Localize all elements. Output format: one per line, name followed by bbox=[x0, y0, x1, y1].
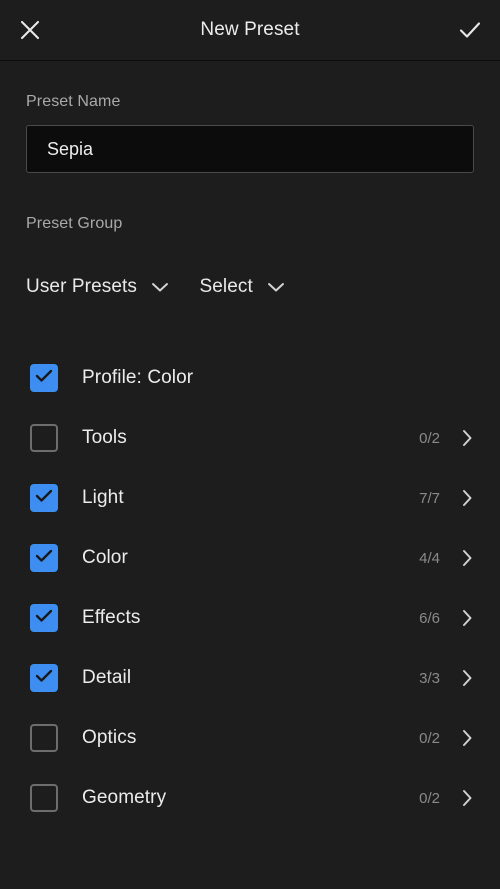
chevron-right-icon[interactable] bbox=[460, 609, 474, 627]
row-meta: 0/2 bbox=[419, 429, 474, 447]
row-meta: 0/2 bbox=[419, 789, 474, 807]
close-x-icon bbox=[19, 19, 41, 41]
row-checkbox[interactable] bbox=[30, 364, 58, 392]
preset-settings-list: Profile: Color Tools 0/2 Light 7/7 Color… bbox=[0, 348, 500, 828]
row-meta: 0/2 bbox=[419, 729, 474, 747]
select-dropdown[interactable]: Select bbox=[199, 273, 284, 301]
preset-settings-row-tools[interactable]: Tools 0/2 bbox=[0, 408, 500, 468]
preset-settings-row-profile-color[interactable]: Profile: Color bbox=[0, 348, 500, 408]
chevron-down-icon bbox=[151, 281, 169, 293]
preset-name-input[interactable]: Sepia bbox=[26, 125, 474, 173]
preset-group-dropdown[interactable]: User Presets bbox=[26, 273, 169, 301]
chevron-right-icon[interactable] bbox=[460, 789, 474, 807]
row-meta: 4/4 bbox=[419, 549, 474, 567]
preset-settings-row-optics[interactable]: Optics 0/2 bbox=[0, 708, 500, 768]
checkmark-icon bbox=[35, 549, 53, 568]
row-checkbox[interactable] bbox=[30, 424, 58, 452]
chevron-right-icon[interactable] bbox=[460, 489, 474, 507]
row-meta: 3/3 bbox=[419, 669, 474, 687]
row-count: 0/2 bbox=[419, 429, 440, 447]
checkmark-icon bbox=[35, 669, 53, 688]
row-label: Tools bbox=[82, 427, 127, 448]
row-checkbox[interactable] bbox=[30, 724, 58, 752]
preset-settings-row-effects[interactable]: Effects 6/6 bbox=[0, 588, 500, 648]
preset-settings-row-color[interactable]: Color 4/4 bbox=[0, 528, 500, 588]
row-label: Effects bbox=[82, 607, 141, 628]
confirm-button[interactable] bbox=[440, 0, 500, 60]
preset-name-label: Preset Name bbox=[26, 93, 121, 110]
preset-group-value: User Presets bbox=[26, 276, 138, 297]
close-button[interactable] bbox=[0, 0, 60, 60]
row-count: 0/2 bbox=[419, 729, 440, 747]
row-label: Light bbox=[82, 487, 124, 508]
dialog-body: Preset Name Sepia Preset Group User Pres… bbox=[0, 61, 500, 889]
row-meta: 7/7 bbox=[419, 489, 474, 507]
checkmark-icon bbox=[35, 369, 53, 388]
chevron-down-icon bbox=[267, 281, 285, 293]
preset-name-value: Sepia bbox=[47, 138, 94, 159]
dialog-header: New Preset bbox=[0, 0, 500, 61]
chevron-right-icon[interactable] bbox=[460, 549, 474, 567]
preset-settings-row-geometry[interactable]: Geometry 0/2 bbox=[0, 768, 500, 828]
row-count: 4/4 bbox=[419, 549, 440, 567]
row-label: Optics bbox=[82, 727, 137, 748]
checkmark-icon bbox=[458, 19, 482, 41]
row-count: 0/2 bbox=[419, 789, 440, 807]
checkmark-icon bbox=[35, 609, 53, 628]
row-label: Detail bbox=[82, 667, 132, 688]
dialog-title: New Preset bbox=[200, 19, 300, 40]
row-checkbox[interactable] bbox=[30, 604, 58, 632]
preset-name-field-wrap: Sepia bbox=[26, 125, 474, 173]
row-count: 6/6 bbox=[419, 609, 440, 627]
preset-settings-row-detail[interactable]: Detail 3/3 bbox=[0, 648, 500, 708]
checkmark-icon bbox=[35, 489, 53, 508]
row-label: Color bbox=[82, 547, 128, 568]
row-checkbox[interactable] bbox=[30, 544, 58, 572]
chevron-right-icon[interactable] bbox=[460, 729, 474, 747]
row-checkbox[interactable] bbox=[30, 664, 58, 692]
row-label: Profile: Color bbox=[82, 367, 194, 388]
row-checkbox[interactable] bbox=[30, 484, 58, 512]
row-label: Geometry bbox=[82, 787, 167, 808]
row-count: 7/7 bbox=[419, 489, 440, 507]
row-checkbox[interactable] bbox=[30, 784, 58, 812]
chevron-right-icon[interactable] bbox=[460, 429, 474, 447]
select-value: Select bbox=[199, 276, 253, 297]
row-meta: 6/6 bbox=[419, 609, 474, 627]
new-preset-dialog: New Preset Preset Name Sepia Preset Grou… bbox=[0, 0, 500, 889]
row-count: 3/3 bbox=[419, 669, 440, 687]
preset-group-label: Preset Group bbox=[26, 215, 123, 232]
chevron-right-icon[interactable] bbox=[460, 669, 474, 687]
preset-settings-row-light[interactable]: Light 7/7 bbox=[0, 468, 500, 528]
